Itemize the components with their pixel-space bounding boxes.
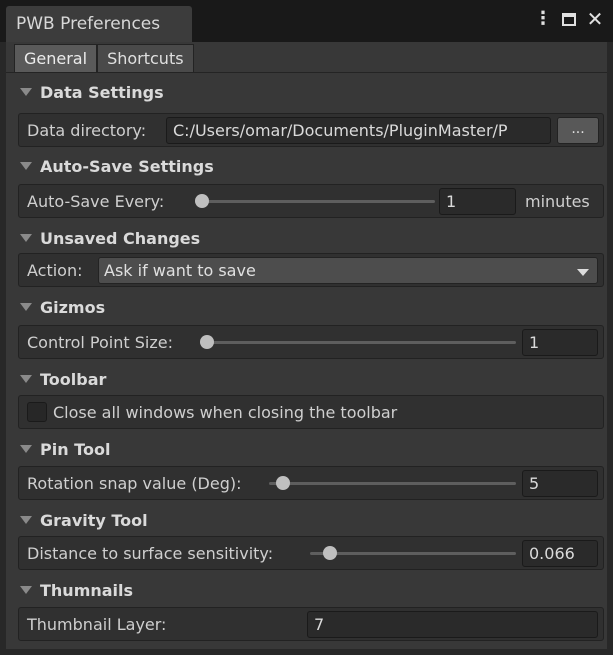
close-windows-checkbox[interactable] <box>27 402 47 422</box>
section-title: Auto-Save Settings <box>40 156 214 176</box>
surface-sensitivity-field[interactable]: 0.066 <box>522 540 598 567</box>
slider-track <box>269 482 516 485</box>
thumbnail-layer-field[interactable]: 7 <box>307 611 598 638</box>
slider-handle[interactable] <box>275 476 290 490</box>
slider-track <box>195 200 435 203</box>
foldout-triangle-icon <box>20 162 32 170</box>
control-point-size-row: Control Point Size: 1 <box>18 325 604 359</box>
close-windows-label[interactable]: Close all windows when closing the toolb… <box>53 403 397 422</box>
auto-save-row: Auto-Save Every: 1 minutes <box>18 184 604 218</box>
slider-track <box>310 552 516 555</box>
title-bar: PWB Preferences ⋮ ✕ <box>0 0 613 42</box>
section-thumbnails[interactable]: Thumnails <box>20 578 133 602</box>
rotation-snap-label: Rotation snap value (Deg): <box>27 474 242 493</box>
foldout-triangle-icon <box>20 445 32 453</box>
section-title: Thumnails <box>40 580 134 600</box>
tab-shortcuts[interactable]: Shortcuts <box>97 44 194 72</box>
tab-divider <box>6 72 607 73</box>
section-title: Data Settings <box>40 82 164 102</box>
rotation-snap-row: Rotation snap value (Deg): 5 <box>18 466 604 500</box>
foldout-triangle-icon <box>20 234 32 242</box>
window-title: PWB Preferences <box>16 14 161 34</box>
section-gizmos[interactable]: Gizmos <box>20 295 105 319</box>
maximize-icon <box>562 12 576 26</box>
action-label: Action: <box>27 261 83 280</box>
rotation-snap-slider[interactable] <box>269 474 516 492</box>
chevron-down-icon <box>577 269 589 276</box>
section-title: Gravity Tool <box>40 510 148 530</box>
foldout-triangle-icon <box>20 375 32 383</box>
action-dropdown-value: Ask if want to save <box>104 261 256 280</box>
preferences-content: General Shortcuts Data Settings Data dir… <box>6 42 607 649</box>
surface-sensitivity-label: Distance to surface sensitivity: <box>27 544 274 563</box>
slider-handle[interactable] <box>195 194 209 208</box>
control-point-size-slider[interactable] <box>200 333 516 351</box>
maximize-button[interactable] <box>561 10 577 28</box>
section-gravity-tool[interactable]: Gravity Tool <box>20 508 148 532</box>
section-title: Pin Tool <box>40 439 111 459</box>
section-title: Gizmos <box>40 297 106 317</box>
more-options-icon[interactable]: ⋮ <box>534 10 552 28</box>
foldout-triangle-icon <box>20 88 32 96</box>
window-controls: ⋮ ✕ <box>534 9 604 29</box>
section-unsaved-changes[interactable]: Unsaved Changes <box>20 226 200 250</box>
section-title: Unsaved Changes <box>40 228 201 248</box>
auto-save-label: Auto-Save Every: <box>27 192 165 211</box>
slider-handle[interactable] <box>200 335 214 349</box>
data-directory-label: Data directory: <box>27 121 147 140</box>
auto-save-slider[interactable] <box>195 192 435 210</box>
section-auto-save[interactable]: Auto-Save Settings <box>20 154 214 178</box>
section-data-settings[interactable]: Data Settings <box>20 80 164 104</box>
section-toolbar[interactable]: Toolbar <box>20 367 106 391</box>
unsaved-action-row: Action: Ask if want to save <box>18 253 604 287</box>
auto-save-unit: minutes <box>525 192 590 211</box>
close-icon[interactable]: ✕ <box>587 9 604 29</box>
section-pin-tool[interactable]: Pin Tool <box>20 437 110 461</box>
data-directory-row: Data directory: C:/Users/omar/Documents/… <box>18 113 604 147</box>
window-title-tab[interactable]: PWB Preferences <box>6 6 192 42</box>
slider-handle[interactable] <box>323 546 338 560</box>
preferences-window: PWB Preferences ⋮ ✕ General Shortcuts Da… <box>0 0 613 655</box>
foldout-triangle-icon <box>20 516 32 524</box>
auto-save-value-field[interactable]: 1 <box>439 188 516 215</box>
foldout-triangle-icon <box>20 586 32 594</box>
surface-sensitivity-slider[interactable] <box>310 544 516 562</box>
surface-sensitivity-row: Distance to surface sensitivity: 0.066 <box>18 536 604 570</box>
tab-general[interactable]: General <box>14 44 98 72</box>
action-dropdown[interactable]: Ask if want to save <box>98 257 598 284</box>
thumbnail-layer-row: Thumbnail Layer: 7 <box>18 607 604 641</box>
foldout-triangle-icon <box>20 303 32 311</box>
control-point-size-label: Control Point Size: <box>27 333 173 352</box>
rotation-snap-field[interactable]: 5 <box>522 470 598 497</box>
slider-track <box>200 341 516 344</box>
thumbnail-layer-label: Thumbnail Layer: <box>27 615 167 634</box>
tab-bar: General Shortcuts <box>14 42 194 72</box>
control-point-size-field[interactable]: 1 <box>522 329 598 356</box>
browse-button[interactable]: ... <box>557 117 599 144</box>
close-windows-row: Close all windows when closing the toolb… <box>18 395 604 429</box>
section-title: Toolbar <box>40 369 107 389</box>
data-directory-field[interactable]: C:/Users/omar/Documents/PluginMaster/P <box>166 117 551 144</box>
